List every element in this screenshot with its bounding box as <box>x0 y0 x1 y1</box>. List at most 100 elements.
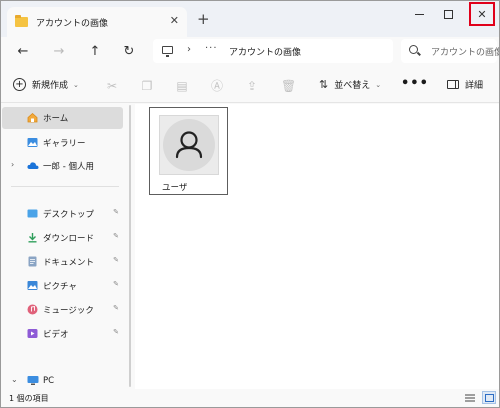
sort-button-label: 並べ替え <box>334 81 371 91</box>
file-list: ユーザ <box>135 104 499 389</box>
details-view-button[interactable] <box>463 391 477 404</box>
new-button-label: 新規作成 <box>32 81 69 91</box>
maximize-icon <box>443 9 453 19</box>
pin-icon[interactable]: ✎ <box>113 208 119 216</box>
forward-button[interactable]: → <box>49 42 69 60</box>
refresh-icon: ↻ <box>123 43 135 59</box>
pictures-icon <box>27 280 38 291</box>
close-window-button[interactable]: ✕ <box>469 2 495 26</box>
file-item[interactable]: ユーザ <box>149 107 228 195</box>
desktop-icon <box>27 208 38 219</box>
rename-icon[interactable]: Ⓐ <box>210 79 224 93</box>
sidebar-item-label: ピクチャ <box>43 282 77 292</box>
maximize-button[interactable] <box>434 1 462 27</box>
arrow-right-icon: → <box>53 43 65 59</box>
minimize-icon <box>414 13 424 15</box>
chevron-right-icon[interactable]: › <box>11 160 14 169</box>
tab-close-icon[interactable]: ✕ <box>170 15 179 27</box>
sidebar-item-label: ビデオ <box>43 330 69 340</box>
home-icon <box>27 112 38 123</box>
tiles-view-icon <box>484 393 494 402</box>
pin-icon[interactable]: ✎ <box>113 280 119 288</box>
tab-active[interactable]: アカウントの画像 ✕ <box>7 7 187 37</box>
new-button[interactable]: + 新規作成 ⌄ <box>13 78 79 91</box>
sidebar-item-label: ギャラリー <box>43 139 86 149</box>
pin-icon[interactable]: ✎ <box>113 256 119 264</box>
sort-icon: ⇅ <box>319 78 329 91</box>
document-icon <box>27 256 38 267</box>
details-pane-icon <box>447 80 459 89</box>
sidebar-item-label: ダウンロード <box>43 234 95 244</box>
folder-icon <box>15 15 28 27</box>
delete-icon[interactable]: 🗑 <box>281 79 296 93</box>
arrow-left-icon: ← <box>17 43 29 59</box>
file-explorer-window: アカウントの画像 ✕ + ✕ ← → ↑ ↻ › ··· アカウントの画像 アカ… <box>0 0 500 408</box>
monitor-icon <box>27 375 39 386</box>
sidebar-item-videos[interactable]: ビデオ ✎ <box>5 323 123 345</box>
download-icon <box>27 232 38 243</box>
sidebar-item-home[interactable]: ホーム <box>2 107 123 129</box>
sidebar-item-label: PC <box>43 376 55 386</box>
close-icon: ✕ <box>477 7 487 21</box>
status-bar: 1 個の項目 <box>1 389 499 407</box>
paste-icon[interactable]: ▤ <box>175 79 189 93</box>
sidebar-item-pictures[interactable]: ピクチャ ✎ <box>5 275 123 297</box>
cloud-icon <box>27 160 39 171</box>
sidebar-item-label: ミュージック <box>43 306 94 316</box>
details-button[interactable]: 詳細 <box>447 78 483 91</box>
sidebar-item-music[interactable]: ミュージック ✎ <box>5 299 123 321</box>
file-thumbnail <box>159 115 219 175</box>
chevron-down-icon: ⌄ <box>375 80 382 89</box>
pin-icon[interactable]: ✎ <box>113 328 119 336</box>
back-button[interactable]: ← <box>13 42 33 60</box>
minimize-button[interactable] <box>405 1 433 27</box>
details-button-label: 詳細 <box>465 81 484 91</box>
more-options-button[interactable]: ••• <box>401 76 429 91</box>
large-icons-view-button[interactable] <box>482 391 496 404</box>
user-icon <box>163 119 215 171</box>
chevron-down-icon: ⌄ <box>73 80 79 89</box>
plus-circle-icon: + <box>13 78 26 91</box>
up-button[interactable]: ↑ <box>85 42 105 60</box>
sidebar-item-desktop[interactable]: デスクトップ ✎ <box>5 203 123 225</box>
copy-icon[interactable]: ❐ <box>140 79 154 93</box>
refresh-button[interactable]: ↻ <box>119 42 139 60</box>
pin-icon[interactable]: ✎ <box>113 304 119 312</box>
search-icon <box>409 45 418 54</box>
sidebar-item-documents[interactable]: ドキュメント ✎ <box>5 251 123 273</box>
breadcrumb-current[interactable]: アカウントの画像 <box>229 45 301 58</box>
sidebar-item-label: ホーム <box>43 114 69 124</box>
pin-icon[interactable]: ✎ <box>113 232 119 240</box>
sidebar-item-label: 一郎 - 個人用 <box>43 162 94 172</box>
new-tab-button[interactable]: + <box>197 11 210 27</box>
music-icon <box>27 304 38 315</box>
navigation-pane: ホーム ギャラリー › 一郎 - 個人用 デスクトップ ✎ ダウンロード ✎ ド… <box>1 104 125 389</box>
sidebar-item-downloads[interactable]: ダウンロード ✎ <box>5 227 123 249</box>
address-bar[interactable]: › ··· アカウントの画像 <box>153 39 393 63</box>
share-icon[interactable]: ⇪ <box>245 79 259 93</box>
sidebar-divider <box>11 186 119 187</box>
item-count: 1 個の項目 <box>9 394 49 403</box>
sidebar-item-label: ドキュメント <box>43 258 95 268</box>
video-icon <box>27 328 38 339</box>
title-bar: アカウントの画像 ✕ + ✕ <box>1 1 499 37</box>
gallery-icon <box>27 137 38 148</box>
sidebar-scrollbar[interactable] <box>129 105 131 387</box>
command-bar: + 新規作成 ⌄ ✂ ❐ ▤ Ⓐ ⇪ 🗑 ⇅ 並べ替え ⌄ ••• 詳細 <box>1 69 499 103</box>
list-view-icon <box>465 394 475 401</box>
search-input[interactable]: アカウントの画像 <box>401 39 500 63</box>
chevron-down-icon[interactable]: ⌄ <box>11 375 18 384</box>
arrow-up-icon: ↑ <box>89 43 101 59</box>
address-row: ← → ↑ ↻ › ··· アカウントの画像 アカウントの画像 <box>1 37 499 65</box>
tab-title: アカウントの画像 <box>36 18 109 29</box>
sidebar-item-onedrive[interactable]: › 一郎 - 個人用 <box>5 155 123 177</box>
breadcrumb-overflow[interactable]: ··· <box>205 43 218 54</box>
cut-icon[interactable]: ✂ <box>105 79 119 93</box>
search-placeholder: アカウントの画像 <box>431 48 500 58</box>
sidebar-item-gallery[interactable]: ギャラリー <box>5 132 123 154</box>
monitor-icon <box>162 46 173 57</box>
sort-button[interactable]: ⇅ 並べ替え ⌄ <box>319 78 381 91</box>
file-name: ユーザ <box>162 183 188 193</box>
sidebar-item-label: デスクトップ <box>43 210 95 220</box>
chevron-right-icon[interactable]: › <box>187 44 191 55</box>
